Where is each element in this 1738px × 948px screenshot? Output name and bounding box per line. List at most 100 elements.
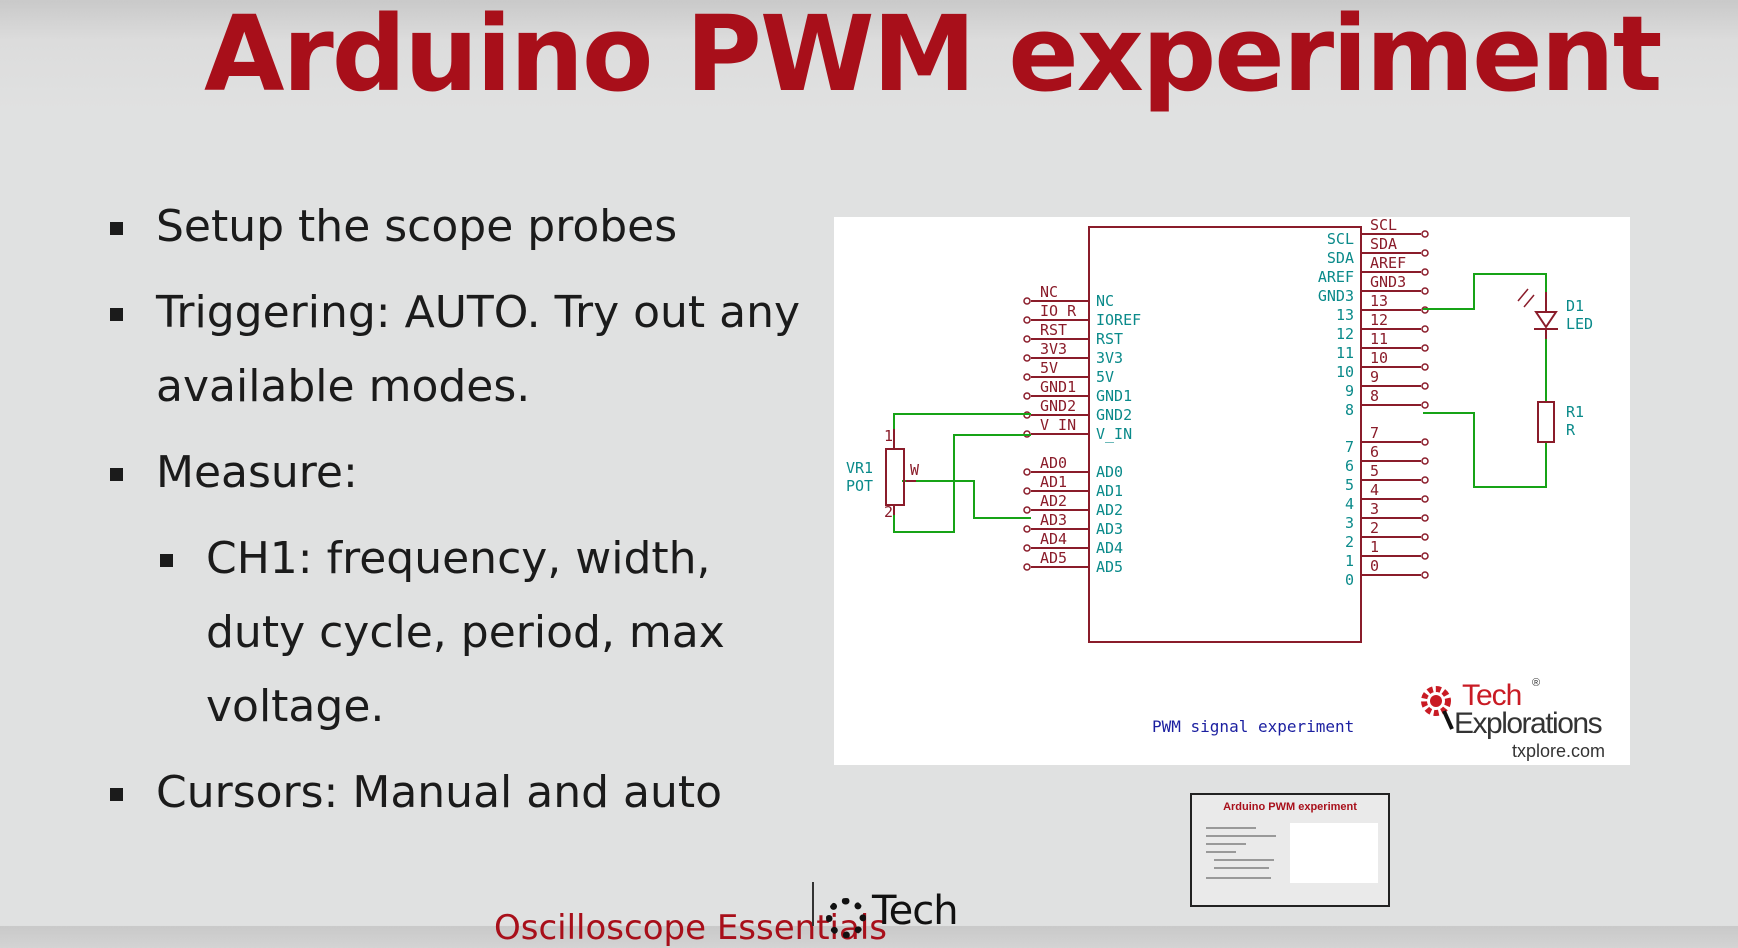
pin-terminal: [1023, 544, 1031, 552]
bullet-item: Measure:: [110, 436, 810, 510]
pin-terminal: [1421, 249, 1429, 257]
pin-label-inner: 7: [1345, 438, 1354, 456]
thumbnail-title: Arduino PWM experiment: [1223, 801, 1357, 813]
thumbnail-text-line: [1206, 877, 1271, 879]
footer-divider: [812, 882, 814, 926]
pin-label-inner: SDA: [1327, 249, 1354, 267]
pin-terminal: [1421, 571, 1429, 579]
pin-terminal: [1421, 457, 1429, 465]
pin-label-outer: 5V: [1040, 359, 1058, 377]
pin-terminal: [1023, 468, 1031, 476]
pin-terminal: [1421, 514, 1429, 522]
pin-terminal: [1023, 316, 1031, 324]
bullet-list: Setup the scope probes Triggering: AUTO.…: [110, 190, 810, 830]
pin-label-inner: 1: [1345, 552, 1354, 570]
bullet-text: CH1: frequency, width, duty cycle, perio…: [206, 533, 725, 732]
pot-pin2-label: 2: [884, 503, 893, 521]
resistor-body: [1537, 401, 1555, 443]
pin-label-inner: 9: [1345, 382, 1354, 400]
pot-ref: VR1: [846, 459, 873, 477]
pin-label-outer: V_IN: [1040, 416, 1076, 434]
pin-label-outer: AD4: [1040, 530, 1067, 548]
pin-terminal: [1023, 297, 1031, 305]
pin-label-inner: AD2: [1096, 501, 1123, 519]
pin-label-outer: 6: [1370, 443, 1379, 461]
pin-label-outer: 1: [1370, 538, 1379, 556]
pin-terminal: [1421, 438, 1429, 446]
resistor-ref: R1: [1566, 403, 1584, 421]
pin-label-inner: 3V3: [1096, 349, 1123, 367]
right-pin-group: SCLSCL SDASDA AREFAREF GND3GND3 1313 1212 1111…: [1318, 217, 1429, 589]
pin-label-outer: 4: [1370, 481, 1379, 499]
pin-terminal: [1023, 563, 1031, 571]
bullet-item: Cursors: Manual and auto: [110, 756, 810, 830]
schematic-image: NC NC IO_R IOREF RST RST 3V3 3V3 5V 5V GND1 GND1 GND…: [834, 217, 1630, 765]
pin-terminal: [1421, 363, 1429, 371]
pin-label-outer: 3V3: [1040, 340, 1067, 358]
slide-thumbnail[interactable]: Arduino PWM experiment: [1190, 793, 1390, 907]
bullet-marker: [110, 788, 123, 801]
pot-body: [885, 448, 905, 506]
pin-label-outer: 10: [1370, 349, 1388, 367]
pin-label-inner: 11: [1336, 344, 1354, 362]
pin-terminal: [1421, 401, 1429, 409]
led-ref: D1: [1566, 297, 1584, 315]
wire-5v: [893, 413, 1031, 432]
pin-terminal: [1421, 382, 1429, 390]
pin-label-outer: NC: [1040, 283, 1058, 301]
bullet-marker: [110, 468, 123, 481]
pin-terminal: [1023, 487, 1031, 495]
pin-label-outer: AD2: [1040, 492, 1067, 510]
pin-label-outer: 7: [1370, 424, 1379, 442]
bullet-marker: [110, 308, 123, 321]
footer-brand: Tech: [872, 888, 959, 934]
pin-label-outer: 12: [1370, 311, 1388, 329]
thumbnail-text-line: [1214, 867, 1269, 869]
led-value: LED: [1566, 315, 1593, 333]
sub-bullet-item: CH1: frequency, width, duty cycle, perio…: [160, 522, 810, 744]
pin-label-outer: 8: [1370, 387, 1379, 405]
pin-label-inner: 0: [1345, 571, 1354, 589]
resistor-value: R: [1566, 421, 1576, 439]
pot-wiper-label: W: [910, 461, 920, 479]
pin-label-outer: 11: [1370, 330, 1388, 348]
pin-label-outer: GND1: [1040, 378, 1076, 396]
pin-label-outer: AREF: [1370, 254, 1406, 272]
pin-label-inner: 2: [1345, 533, 1354, 551]
pin-label-outer: GND2: [1040, 397, 1076, 415]
pin-label-inner: 10: [1336, 363, 1354, 381]
thumbnail-text-line: [1206, 843, 1246, 845]
led-ray: [1517, 288, 1529, 302]
pin-label-inner: 3: [1345, 514, 1354, 532]
thumbnail-text-line: [1206, 827, 1256, 829]
bullet-item: Triggering: AUTO. Try out any available …: [110, 276, 810, 424]
pin-terminal: [1421, 230, 1429, 238]
pin-label-outer: 2: [1370, 519, 1379, 537]
pin-label-outer: AD1: [1040, 473, 1067, 491]
bullet-text: Cursors: Manual and auto: [156, 767, 723, 818]
bullet-marker: [160, 554, 173, 567]
pin-label-outer: AD0: [1040, 454, 1067, 472]
wire-ad0: [902, 480, 1031, 519]
pin-label-inner: GND2: [1096, 406, 1132, 424]
pin-label-inner: 4: [1345, 495, 1354, 513]
led-symbol: [1534, 311, 1558, 329]
pin-label-outer: AD3: [1040, 511, 1067, 529]
wire-pin9: [1423, 412, 1547, 488]
pot-value: POT: [846, 477, 873, 495]
pin-terminal: [1421, 287, 1429, 295]
pin-label-outer: AD5: [1040, 549, 1067, 567]
pin-label-inner: NC: [1096, 292, 1114, 310]
bullet-text: Measure:: [156, 447, 358, 498]
led-ray: [1523, 294, 1535, 308]
pin-label-inner: 12: [1336, 325, 1354, 343]
logo-text-explorations: Explorations: [1454, 707, 1603, 740]
logo-url: txplore.com: [1512, 741, 1606, 761]
pin-label-inner: GND1: [1096, 387, 1132, 405]
pin-label-inner: 5V: [1096, 368, 1114, 386]
pin-label-inner: AD4: [1096, 539, 1123, 557]
gear-icon: [1421, 686, 1454, 730]
thumbnail-text-line: [1214, 859, 1274, 861]
pin-label-inner: AD5: [1096, 558, 1123, 576]
pin-terminal: [1421, 344, 1429, 352]
